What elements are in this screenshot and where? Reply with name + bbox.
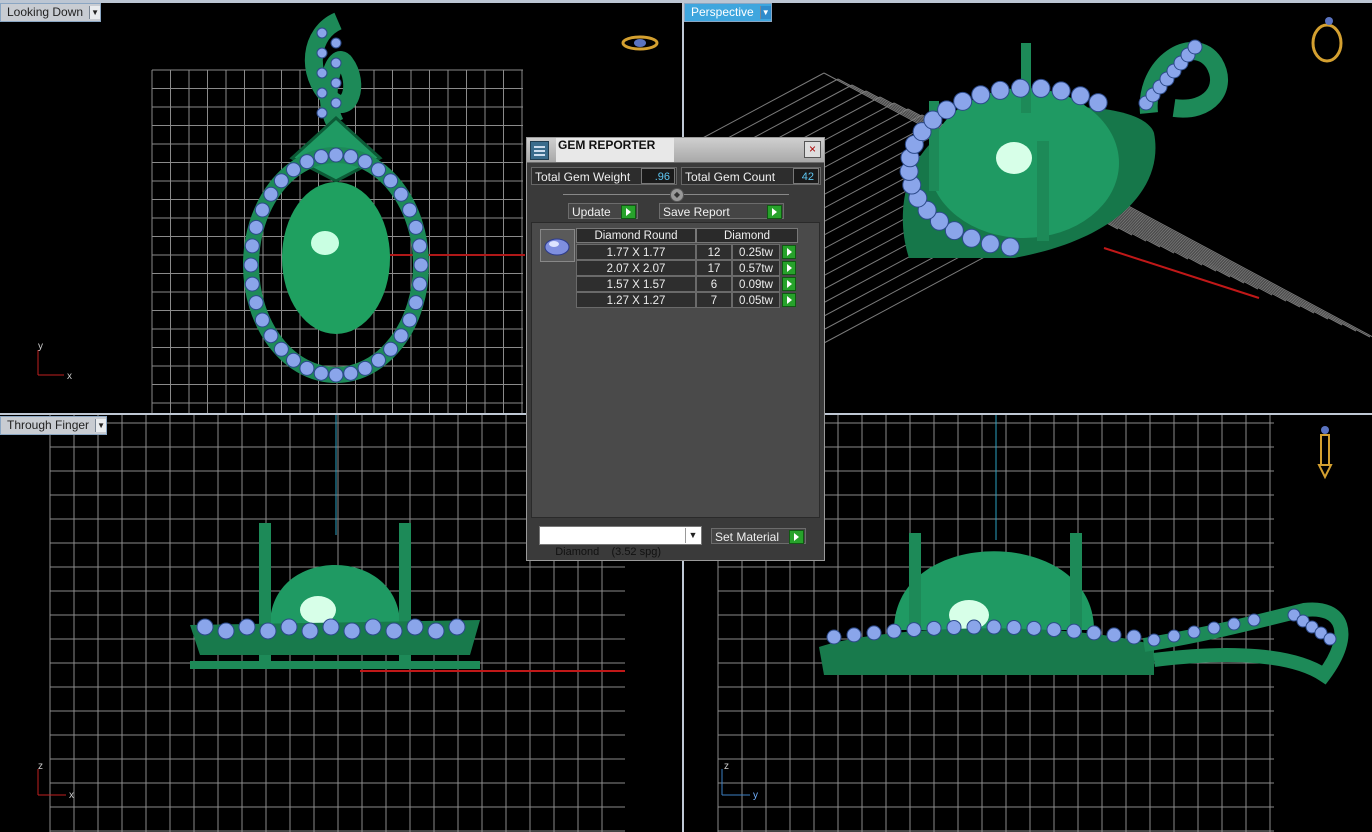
chevron-down-icon[interactable]: ▼ xyxy=(685,528,700,543)
gem-count-cell: 17 xyxy=(696,260,732,276)
panel-title: GEM REPORTER xyxy=(556,138,674,162)
gem-size-cell: 1.27 X 1.27 xyxy=(576,292,696,308)
round-gem-icon[interactable] xyxy=(540,229,575,262)
svg-text:x: x xyxy=(69,790,74,801)
material-select[interactable]: Diamond (3.52 spg) ▼ xyxy=(539,526,702,558)
gem-size-cell: 1.77 X 1.77 xyxy=(576,244,696,260)
gem-size-cell: 1.57 X 1.57 xyxy=(576,276,696,292)
select-row-button[interactable] xyxy=(782,293,796,307)
chevron-down-icon[interactable]: ▼ xyxy=(89,6,101,19)
view-mode-label: Looking Down xyxy=(7,5,84,19)
gem-weight-cell: 0.05tw xyxy=(732,292,780,308)
svg-text:x: x xyxy=(67,371,72,382)
play-icon xyxy=(789,530,804,544)
set-material-button[interactable]: Set Material xyxy=(711,528,806,544)
gem-count-cell: 6 xyxy=(696,276,732,292)
gem-count-cell: 12 xyxy=(696,244,732,260)
play-icon xyxy=(621,205,636,219)
column-header-material: Diamond xyxy=(696,228,798,243)
gem-size-cell: 2.07 X 2.07 xyxy=(576,260,696,276)
svg-text:y: y xyxy=(38,341,43,352)
svg-text:y: y xyxy=(753,790,758,801)
play-icon xyxy=(767,205,782,219)
chevron-down-icon[interactable]: ▼ xyxy=(759,6,771,19)
select-row-button[interactable] xyxy=(782,277,796,291)
update-button[interactable]: Update xyxy=(568,203,638,219)
gem-reporter-panel: GEM REPORTER × Total Gem Weight .96 Tota… xyxy=(526,137,825,561)
column-header-shape: Diamond Round xyxy=(576,228,696,243)
save-report-button[interactable]: Save Report xyxy=(659,203,784,219)
view-mode-dropdown[interactable]: Looking Down ▼ xyxy=(0,3,102,22)
svg-text:z: z xyxy=(38,761,43,772)
set-material-label: Set Material xyxy=(715,530,780,544)
total-gem-count-value: 42 xyxy=(793,168,819,184)
material-select-value: Diamond (3.52 spg) xyxy=(555,546,662,558)
close-button[interactable]: × xyxy=(804,141,821,158)
gem-weight-cell: 0.25tw xyxy=(732,244,780,260)
panel-slider-handle[interactable]: ◆ xyxy=(670,188,684,202)
view-mode-dropdown[interactable]: Through Finger ▼ xyxy=(0,416,108,435)
svg-text:z: z xyxy=(724,761,729,772)
view-mode-dropdown[interactable]: Perspective ▼ xyxy=(684,3,772,22)
update-label: Update xyxy=(572,205,611,219)
gem-count-cell: 7 xyxy=(696,292,732,308)
gem-list: Diamond Round Diamond 1.77 X 1.77 12 0.25t… xyxy=(531,222,820,518)
select-row-button[interactable] xyxy=(782,245,796,259)
gem-reporter-icon xyxy=(530,141,549,160)
view-mode-label: Through Finger xyxy=(7,418,90,432)
chevron-down-icon[interactable]: ▼ xyxy=(95,419,107,432)
total-gem-weight-value: .96 xyxy=(641,168,675,184)
select-row-button[interactable] xyxy=(782,261,796,275)
save-report-label: Save Report xyxy=(663,205,730,219)
gem-weight-cell: 0.09tw xyxy=(732,276,780,292)
view-mode-label: Perspective xyxy=(691,5,754,19)
panel-titlebar[interactable]: GEM REPORTER × xyxy=(527,138,824,163)
gem-weight-cell: 0.57tw xyxy=(732,260,780,276)
